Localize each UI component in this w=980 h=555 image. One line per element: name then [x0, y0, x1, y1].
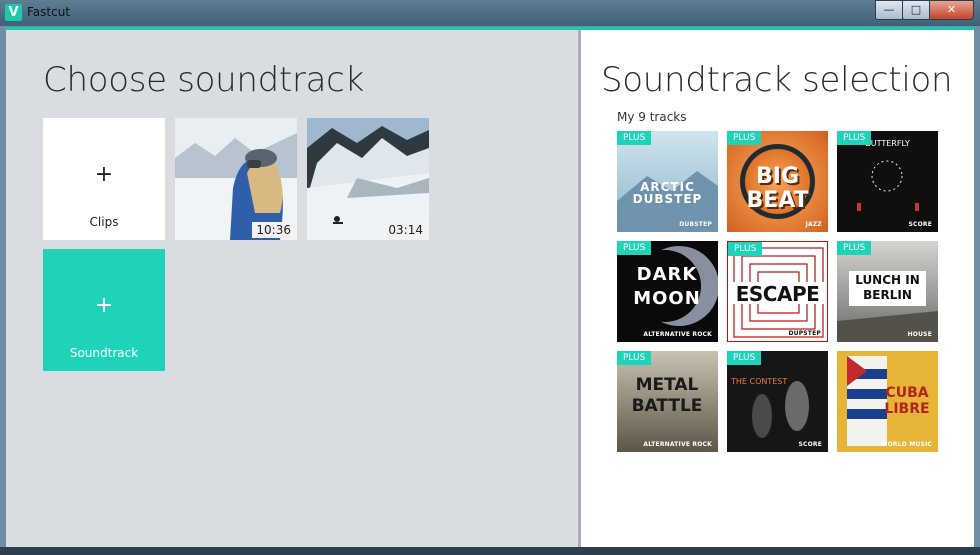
clip-thumbnail[interactable]: 03:14 — [307, 118, 429, 240]
plus-badge: PLUS — [837, 131, 872, 145]
track-tile[interactable]: PLUS BUTTERFLY SCORE — [837, 131, 938, 232]
maximize-button[interactable]: □ — [902, 0, 930, 20]
add-clips-label: Clips — [89, 215, 119, 229]
track-genre: HOUSE — [907, 331, 932, 338]
track-title: LUNCH IN BERLIN — [855, 273, 920, 302]
plus-icon: + — [94, 162, 114, 187]
plus-badge: PLUS — [617, 351, 652, 365]
track-title: BIG BEAT — [746, 164, 809, 213]
track-title: ESCAPE — [735, 282, 820, 306]
track-tile[interactable]: PLUS METAL BATTLE ALTERNATIVE ROCK — [617, 351, 718, 452]
plus-badge: PLUS — [617, 131, 652, 145]
app-window: Choose soundtrack + Clips 10:36 03:14 + … — [6, 27, 974, 547]
window-controls: — □ ✕ — [875, 0, 974, 20]
track-title: THE CONTEST — [731, 377, 788, 386]
app-logo-icon: V — [5, 4, 22, 21]
track-tile[interactable]: PLUS BIG BEAT JAZZ — [727, 131, 828, 232]
track-genre: DUPSTEP — [788, 330, 821, 337]
clip-thumbnail[interactable]: 10:36 — [175, 118, 297, 240]
track-title: CUBA LIBRE — [884, 385, 930, 417]
track-genre: DUBSTEP — [679, 221, 712, 228]
track-title: DARK MOON — [633, 264, 701, 309]
clip-duration: 03:14 — [384, 222, 427, 238]
window-title: Fastcut — [27, 5, 71, 19]
track-title: ARCTIC DUBSTEP — [632, 180, 703, 206]
track-tile[interactable]: PLUS ESCAPE DUPSTEP — [727, 241, 828, 342]
track-tile[interactable]: CUBA LIBRE WORLD MUSIC — [837, 351, 938, 452]
plus-badge: PLUS — [727, 351, 762, 365]
page-title: Choose soundtrack — [43, 60, 364, 100]
track-art — [752, 381, 809, 438]
track-genre: WORLD MUSIC — [880, 441, 932, 448]
track-tile[interactable]: PLUS DARK MOON ALTERNATIVE ROCK — [617, 241, 718, 342]
track-tile[interactable]: PLUS LUNCH IN BERLIN HOUSE — [837, 241, 938, 342]
track-count: My 9 tracks — [617, 110, 687, 124]
add-soundtrack-button[interactable]: + Soundtrack — [43, 249, 165, 371]
track-tile[interactable]: PLUS ARCTIC DUBSTEP DUBSTEP — [617, 131, 718, 232]
choose-panel: Choose soundtrack + Clips 10:36 03:14 + … — [6, 30, 578, 547]
plus-badge: PLUS — [837, 241, 872, 255]
track-genre: SCORE — [798, 441, 822, 448]
taskbar[interactable] — [0, 547, 980, 555]
track-genre: JAZZ — [805, 221, 822, 228]
add-clips-button[interactable]: + Clips — [43, 118, 165, 240]
plus-badge: PLUS — [727, 131, 762, 145]
track-genre: SCORE — [908, 221, 932, 228]
plus-badge: PLUS — [728, 242, 763, 256]
selection-panel: Soundtrack selection My 9 tracks PLUS AR… — [578, 30, 974, 547]
track-tile[interactable]: PLUS THE CONTEST SCORE — [727, 351, 828, 452]
panel-title: Soundtrack selection — [601, 60, 953, 100]
minimize-button[interactable]: — — [875, 0, 903, 20]
track-genre: ALTERNATIVE ROCK — [643, 441, 712, 448]
track-genre: ALTERNATIVE ROCK — [643, 331, 712, 338]
plus-badge: PLUS — [617, 241, 652, 255]
close-button[interactable]: ✕ — [929, 0, 974, 20]
window-titlebar[interactable]: V Fastcut — □ ✕ — [0, 0, 980, 26]
clip-duration: 10:36 — [252, 222, 295, 238]
track-title: METAL BATTLE — [631, 375, 703, 416]
plus-icon: + — [94, 293, 114, 318]
add-soundtrack-label: Soundtrack — [69, 346, 139, 360]
